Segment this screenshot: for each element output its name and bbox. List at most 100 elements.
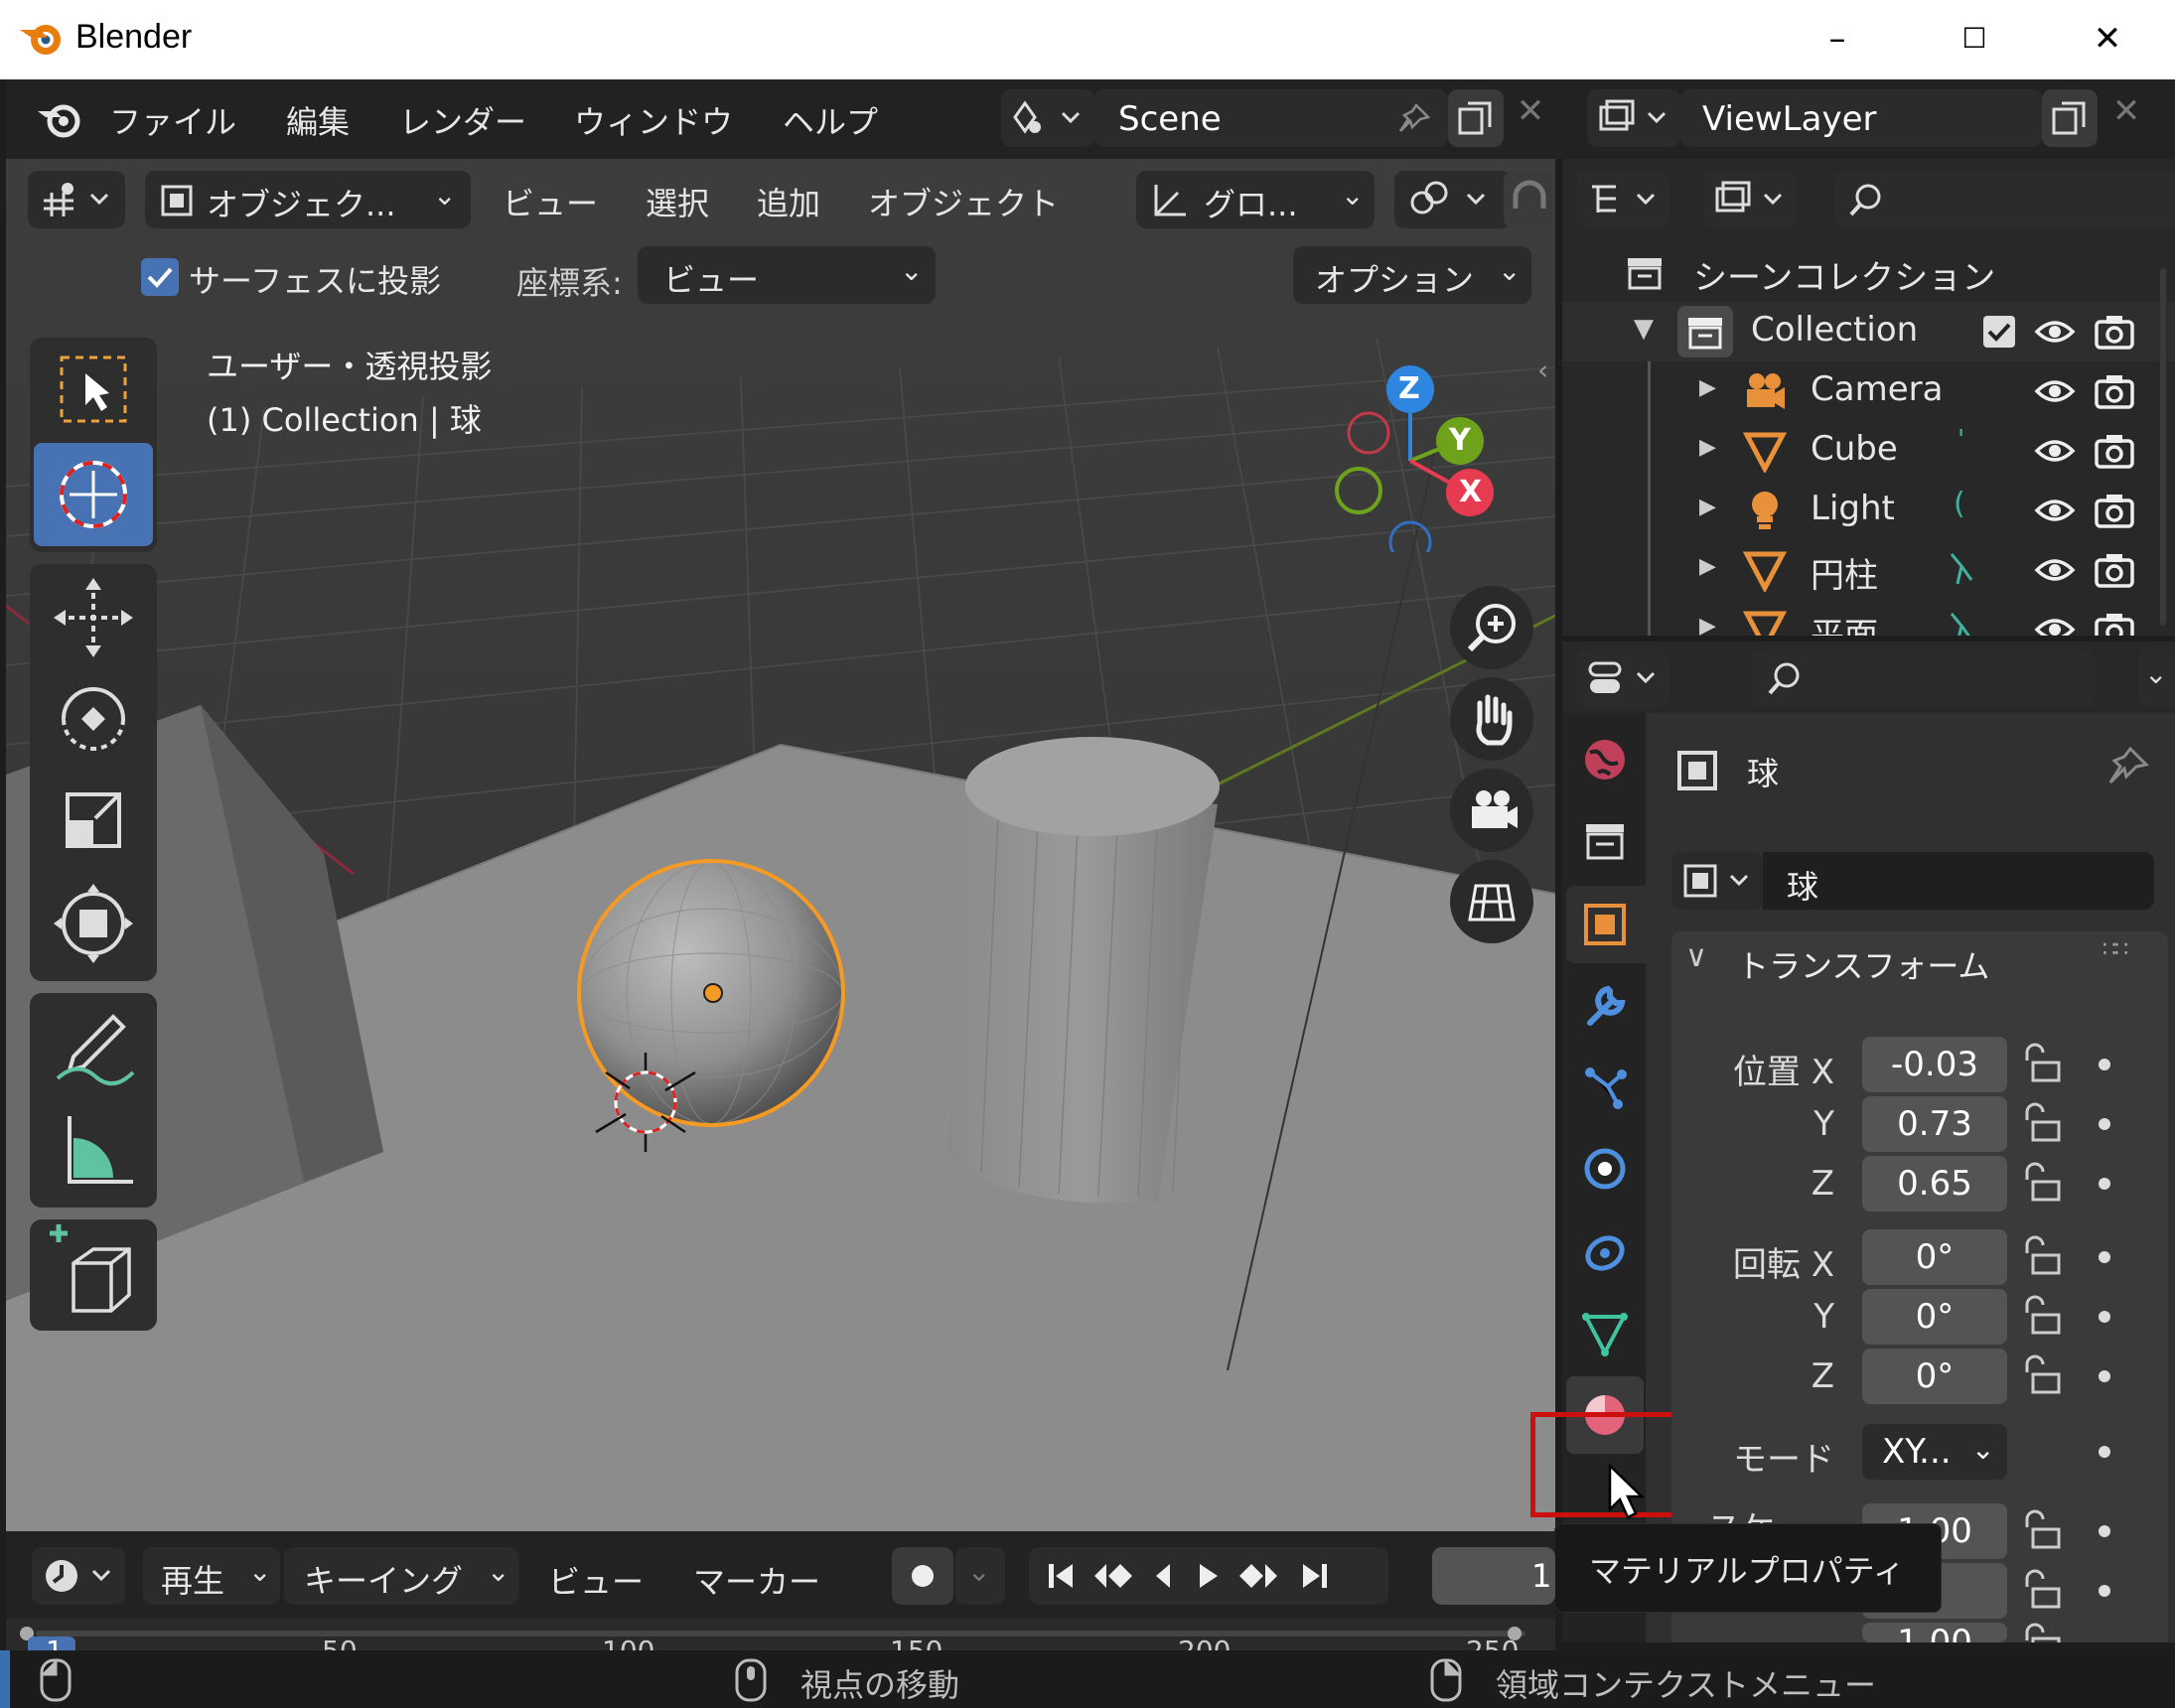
- lock-icon[interactable]: [2019, 1102, 2067, 1146]
- 3d-viewport[interactable]: オブジェク... ⌄ ビュー 選択 追加 オブジェクト グロ... ⌄ サーフェ…: [6, 159, 1555, 1531]
- tool-cursor[interactable]: [34, 443, 153, 546]
- tab-object[interactable]: [1566, 886, 1646, 963]
- properties-options-button[interactable]: ⌄: [2138, 649, 2175, 707]
- current-frame-field[interactable]: 1: [1432, 1547, 1555, 1605]
- menu-render[interactable]: レンダー: [399, 97, 526, 143]
- tab-constraints[interactable]: [1568, 1213, 1642, 1287]
- render-camera-icon[interactable]: [2093, 371, 2136, 411]
- lock-icon[interactable]: [2019, 1354, 2067, 1398]
- eye-icon[interactable]: [2033, 493, 2077, 528]
- options-dropdown[interactable]: オプション ⌄: [1293, 246, 1531, 304]
- coord-system-dropdown[interactable]: ビュー ⌄: [638, 246, 936, 304]
- eye-icon[interactable]: [2033, 552, 2077, 588]
- delete-scene-button[interactable]: ✕: [1508, 91, 1553, 145]
- eye-icon[interactable]: [2033, 612, 2077, 636]
- viewport-menu-add[interactable]: 追加: [757, 179, 820, 224]
- timeline-editor-type-button[interactable]: [32, 1547, 125, 1605]
- pan-button[interactable]: [1450, 677, 1533, 761]
- outliner-search-input[interactable]: [1834, 171, 2175, 228]
- render-camera-icon[interactable]: [2093, 312, 2136, 352]
- collection-exclude-checkbox[interactable]: [1983, 316, 2015, 348]
- snap-toggle[interactable]: [1504, 171, 1555, 228]
- auto-keying-toggle[interactable]: [892, 1547, 953, 1605]
- outliner-row-camera[interactable]: ▶ Camera: [1562, 361, 2175, 421]
- outliner-row-cylinder[interactable]: ▶ 円柱: [1562, 540, 2175, 600]
- lock-icon[interactable]: [2019, 1295, 2067, 1339]
- outliner-row-cube[interactable]: ▶ Cube ': [1562, 421, 2175, 481]
- viewport-menu-view[interactable]: ビュー: [503, 179, 598, 224]
- render-camera-icon[interactable]: [2093, 610, 2136, 636]
- panel-collapse-chevron-icon[interactable]: ∨: [1685, 939, 1707, 974]
- keyframe-dot-icon[interactable]: [2099, 1059, 2110, 1070]
- object-mode-dropdown[interactable]: オブジェク... ⌄: [145, 171, 471, 228]
- new-viewlayer-button[interactable]: [2042, 89, 2098, 147]
- tab-world[interactable]: [1568, 723, 1642, 796]
- play-button[interactable]: [1194, 1553, 1233, 1599]
- keyframe-dot-icon[interactable]: [2099, 1118, 2110, 1130]
- tab-modifiers[interactable]: [1568, 969, 1642, 1043]
- location-z-field[interactable]: 0.65: [1862, 1156, 2007, 1211]
- tool-annotate[interactable]: [34, 997, 153, 1096]
- outliner-row-light[interactable]: ▶ Light (: [1562, 481, 2175, 540]
- outliner-scrollbar[interactable]: [2160, 268, 2166, 626]
- object-browse-button[interactable]: [1671, 852, 1763, 910]
- tool-move[interactable]: [34, 568, 153, 667]
- keyframe-dot-icon[interactable]: [2099, 1251, 2110, 1263]
- outliner-row-collection[interactable]: ▼ Collection: [1562, 302, 2175, 361]
- lock-icon[interactable]: [2019, 1162, 2067, 1206]
- keyframe-dot-icon[interactable]: [2099, 1178, 2110, 1190]
- tab-collection[interactable]: [1568, 804, 1642, 878]
- jump-end-button[interactable]: [1295, 1553, 1339, 1599]
- delete-viewlayer-button[interactable]: ✕: [2103, 91, 2149, 145]
- camera-view-button[interactable]: [1450, 769, 1533, 852]
- pivot-point-dropdown[interactable]: [1394, 171, 1512, 228]
- gizmo-neg-y-axis[interactable]: [1335, 467, 1382, 514]
- timeline-menu-marker[interactable]: マーカー: [693, 1557, 820, 1603]
- keyframe-dot-icon[interactable]: [2099, 1525, 2110, 1537]
- gizmo-neg-x-axis[interactable]: [1347, 411, 1390, 455]
- eye-icon[interactable]: [2033, 433, 2077, 469]
- scene-browse-button[interactable]: [1001, 89, 1094, 147]
- prev-keyframe-button[interactable]: [1088, 1553, 1142, 1599]
- outliner-row-scene-collection[interactable]: シーンコレクション: [1562, 242, 2175, 302]
- jump-start-button[interactable]: [1041, 1553, 1085, 1599]
- pin-icon[interactable]: [2101, 743, 2152, 794]
- keying-dropdown[interactable]: キーイング ⌄: [284, 1547, 518, 1605]
- viewport-menu-object[interactable]: オブジェクト: [868, 179, 1059, 224]
- drag-handle-icon[interactable]: ∷∷: [2102, 937, 2128, 962]
- surface-project-checkbox[interactable]: [141, 258, 179, 296]
- lock-icon[interactable]: [2019, 1043, 2067, 1086]
- scene-name-field[interactable]: Scene: [1094, 89, 1448, 147]
- timeline-menu-view[interactable]: ビュー: [548, 1557, 644, 1603]
- tab-particles[interactable]: [1568, 1051, 1642, 1124]
- tool-measure[interactable]: [34, 1098, 153, 1202]
- editor-type-button[interactable]: [28, 171, 125, 228]
- expand-triangle-icon[interactable]: ▶: [1699, 495, 1716, 519]
- rotation-x-field[interactable]: 0°: [1862, 1229, 2007, 1285]
- display-mode-button[interactable]: [1703, 171, 1797, 228]
- keyframe-dot-icon[interactable]: [2099, 1370, 2110, 1382]
- next-keyframe-button[interactable]: [1233, 1553, 1287, 1599]
- viewlayer-name-field[interactable]: ViewLayer: [1680, 89, 2042, 147]
- keyframe-dot-icon[interactable]: [2099, 1446, 2110, 1458]
- zoom-button[interactable]: [1450, 586, 1533, 669]
- playback-dropdown[interactable]: 再生 ⌄: [143, 1547, 280, 1605]
- close-window-button[interactable]: ✕: [2078, 14, 2137, 64]
- object-name-field[interactable]: 球: [1763, 852, 2154, 910]
- rotation-z-field[interactable]: 0°: [1862, 1349, 2007, 1404]
- outliner-row-plane[interactable]: ▶ 平面: [1562, 600, 2175, 636]
- tool-add-cube[interactable]: [30, 1219, 157, 1331]
- tool-transform[interactable]: [34, 872, 153, 975]
- expand-triangle-icon[interactable]: ▶: [1699, 435, 1716, 460]
- outliner-editor-type-button[interactable]: [1576, 171, 1669, 228]
- expand-triangle-icon[interactable]: ▶: [1699, 375, 1716, 400]
- location-y-field[interactable]: 0.73: [1862, 1096, 2007, 1152]
- transform-orientation-dropdown[interactable]: グロ... ⌄: [1136, 171, 1375, 228]
- location-x-field[interactable]: -0.03: [1862, 1037, 2007, 1092]
- scale-z-field[interactable]: 1.00: [1862, 1623, 2007, 1642]
- rotation-y-field[interactable]: 0°: [1862, 1289, 2007, 1345]
- rotation-mode-dropdown[interactable]: XY... ⌄: [1862, 1424, 2007, 1480]
- timeline-scrollbar[interactable]: [36, 1631, 1525, 1637]
- tool-scale[interactable]: [34, 771, 153, 870]
- maximize-button[interactable]: ☐: [1945, 14, 2004, 64]
